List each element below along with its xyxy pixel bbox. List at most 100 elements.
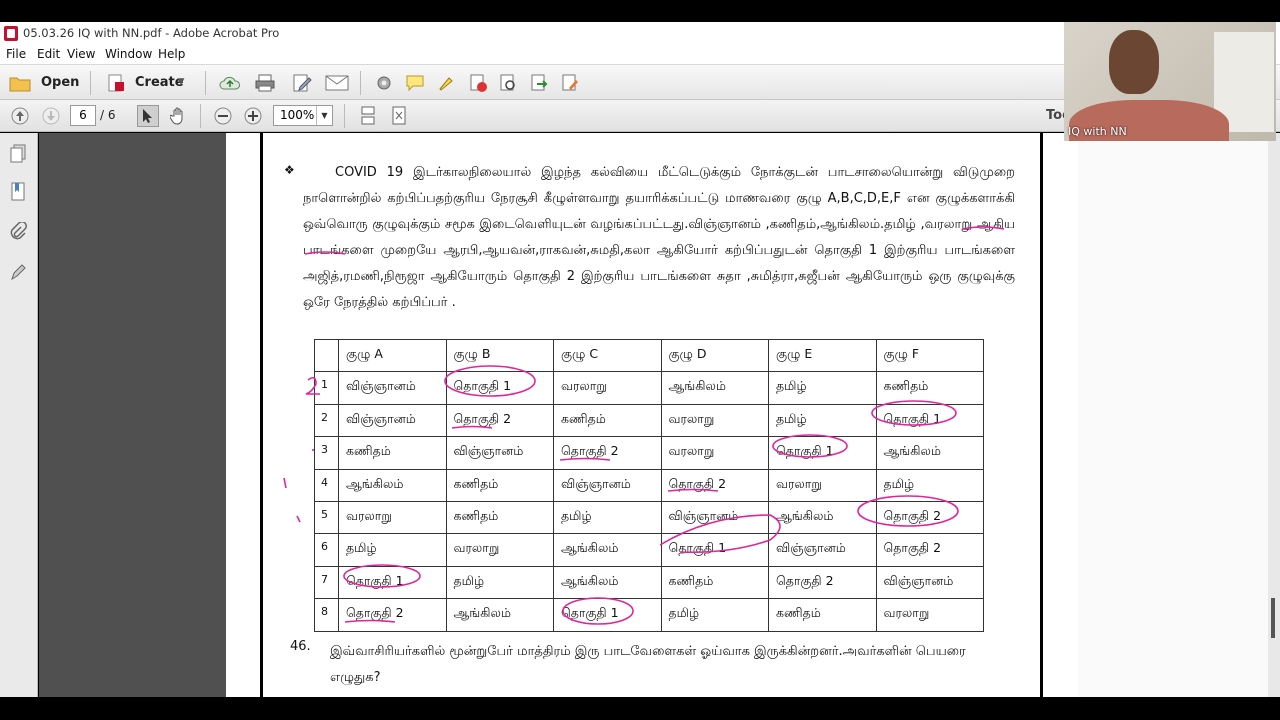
toolbar-divider xyxy=(344,104,345,128)
chevron-down-icon[interactable]: ▼ xyxy=(316,106,332,125)
table-cell: ஆங்கிலம் xyxy=(768,500,877,535)
edit-document-icon[interactable] xyxy=(290,72,314,94)
redact-icon[interactable] xyxy=(467,72,489,94)
table-cell: 7 xyxy=(314,565,339,600)
zoom-select[interactable]: 100% ▼ xyxy=(273,105,333,126)
table-cell: கணிதம் xyxy=(553,403,662,438)
export-icon[interactable] xyxy=(528,72,550,94)
vertical-scrollbar[interactable] xyxy=(1268,133,1280,697)
table-cell: தமிழ் xyxy=(768,403,877,438)
table-row: 1 விஞ்ஞானம் தொகுதி 1 வரலாறு ஆங்கிலம் தமி… xyxy=(314,371,984,405)
table-cell: 5 xyxy=(314,500,339,535)
table-cell: கணிதம் xyxy=(660,565,769,600)
open-folder-icon[interactable] xyxy=(8,72,32,94)
attachment-paperclip-icon[interactable] xyxy=(7,221,29,243)
bookmark-icon[interactable] xyxy=(7,181,29,203)
toolbar-divider xyxy=(360,71,361,95)
menu-help[interactable]: Help xyxy=(158,47,185,61)
tools-pane xyxy=(1078,133,1268,697)
toolbar-divider xyxy=(205,71,206,95)
table-cell: 2 xyxy=(314,403,339,438)
table-cell: தொகுதி 2 xyxy=(660,468,769,502)
menu-window[interactable]: Window xyxy=(105,47,152,61)
page-border-right xyxy=(1040,133,1043,697)
table-cell: கணிதம் xyxy=(445,468,554,502)
table-cell: ஆங்கிலம் xyxy=(338,468,447,502)
table-cell: விஞ்ஞானம் xyxy=(445,436,554,470)
table-cell: வரலாறு xyxy=(660,403,769,438)
zoom-in-icon[interactable] xyxy=(242,105,264,127)
table-cell: விஞ்ஞானம் xyxy=(660,500,769,535)
table-cell: தொகுதி 1 xyxy=(768,436,877,470)
scrollbar-thumb[interactable] xyxy=(1271,598,1275,638)
cloud-upload-icon[interactable] xyxy=(218,72,242,94)
highlight-icon[interactable] xyxy=(435,72,457,94)
select-cursor-icon[interactable] xyxy=(137,105,159,127)
table-cell: தொகுதி 1 xyxy=(553,598,662,632)
menu-view[interactable]: View xyxy=(67,47,95,61)
table-cell: தொகுதி 2 xyxy=(445,403,554,438)
fit-page-icon[interactable] xyxy=(388,105,410,127)
page-number-input[interactable]: 6 xyxy=(70,105,96,126)
gear-icon[interactable] xyxy=(373,72,395,94)
table-cell: தொகுதி 1 xyxy=(660,533,769,567)
question-paragraph: COVID 19 இடர்காலநிலையால் இழந்த கல்வியை ம… xyxy=(303,165,1015,310)
table-cell: தொகுதி 2 xyxy=(768,565,877,600)
sign-icon[interactable] xyxy=(559,72,581,94)
previous-page-icon[interactable] xyxy=(9,105,31,127)
table-row: 3 கணிதம் விஞ்ஞானம் தொகுதி 2 வரலாறு தொகுத… xyxy=(314,436,984,470)
table-cell: தொகுதி 1 xyxy=(875,403,984,438)
table-cell: ஆங்கிலம் xyxy=(445,598,554,632)
paragraph-bullet-icon: ❖ xyxy=(284,163,295,177)
table-header-row: குழு A குழு B குழு C குழு D குழு E குழு … xyxy=(314,338,984,373)
zoom-out-icon[interactable] xyxy=(212,105,234,127)
signature-pen-icon[interactable] xyxy=(7,261,29,283)
table-row: 8 தொகுதி 2 ஆங்கிலம் தொகுதி 1 தமிழ் கணிதம… xyxy=(314,598,984,632)
table-row: 7 தொகுதி 1 தமிழ் ஆங்கிலம் கணிதம் தொகுதி … xyxy=(314,565,984,600)
comment-icon[interactable] xyxy=(404,72,426,94)
table-cell: 8 xyxy=(314,598,339,632)
create-pdf-icon[interactable] xyxy=(104,72,128,94)
table-cell: விஞ்ஞானம் xyxy=(338,403,447,438)
table-cell: தொகுதி 2 xyxy=(338,598,447,632)
table-cell: தொகுதி 2 xyxy=(875,500,984,535)
hand-tool-icon[interactable] xyxy=(168,105,190,127)
scrolling-mode-icon[interactable] xyxy=(357,105,379,127)
table-header-cell: குழு A xyxy=(338,338,447,373)
chevron-down-icon[interactable]: ▼ xyxy=(176,75,186,89)
table-cell: தமிழ் xyxy=(660,598,769,632)
find-document-icon[interactable] xyxy=(497,72,519,94)
table-cell: ஆங்கிலம் xyxy=(875,436,984,470)
navigation-pane xyxy=(0,133,38,697)
timetable: குழு A குழு B குழு C குழு D குழு E குழு … xyxy=(314,338,984,632)
table-cell: வரலாறு xyxy=(445,533,554,567)
question-number: 46. xyxy=(290,639,311,654)
toolbar-divider xyxy=(200,104,201,128)
open-button[interactable]: Open xyxy=(41,75,79,90)
email-icon[interactable] xyxy=(324,72,350,94)
table-header-cell: குழு B xyxy=(445,338,554,373)
table-cell: 6 xyxy=(314,533,339,567)
question-text: இவ்வாசிரியர்களில் மூன்றுபேர் மாத்திரம் இ… xyxy=(330,644,966,685)
table-row: 5 வரலாறு கணிதம் தமிழ் விஞ்ஞானம் ஆங்கிலம்… xyxy=(314,500,984,535)
webcam-overlay: IQ with NN xyxy=(1064,22,1276,141)
table-row: 6 தமிழ் வரலாறு ஆங்கிலம் தொகுதி 1 விஞ்ஞான… xyxy=(314,533,984,567)
menu-edit[interactable]: Edit xyxy=(37,47,60,61)
presenter-head xyxy=(1109,30,1159,94)
next-page-icon[interactable] xyxy=(40,105,62,127)
table-cell: தமிழ் xyxy=(768,371,877,405)
table-cell: விஞ்ஞானம் xyxy=(553,468,662,502)
table-cell: விஞ்ஞானம் xyxy=(768,533,877,567)
pages-thumbnail-icon[interactable] xyxy=(7,143,29,165)
table-cell: 3 xyxy=(314,436,339,470)
menu-file[interactable]: File xyxy=(6,47,26,61)
table-row: 2 விஞ்ஞானம் தொகுதி 2 கணிதம் வரலாறு தமிழ்… xyxy=(314,403,984,438)
zoom-value: 100% xyxy=(280,108,315,122)
table-cell: ஆங்கிலம் xyxy=(553,565,662,600)
table-cell: தொகுதி 2 xyxy=(553,436,662,470)
table-cell: தமிழ் xyxy=(338,533,447,567)
toolbar-divider xyxy=(90,71,91,95)
table-cell: வரலாறு xyxy=(875,598,984,632)
print-icon[interactable] xyxy=(253,72,277,94)
table-cell: தொகுதி 1 xyxy=(338,565,447,600)
